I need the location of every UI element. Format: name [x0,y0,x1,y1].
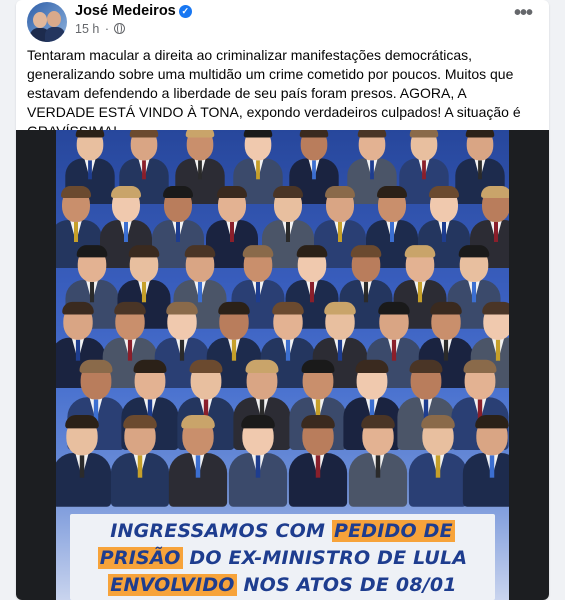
banner-line-3: ENVOLVIDO NOS ATOS DE 08/01 [108,574,457,596]
politician-figure [348,414,408,507]
author-avatar[interactable] [27,2,67,42]
post-text: Tentaram macular a direita ao criminaliz… [27,47,521,139]
politician-figure [288,414,348,507]
author-name[interactable]: José Medeiros [75,3,176,19]
politician-figure [110,414,170,507]
politician-figure [408,414,468,507]
politician-figure [56,414,112,507]
meta-separator: · [104,22,109,36]
post-timestamp[interactable]: 15 h [75,22,99,36]
author-name-link[interactable]: José Medeiros ✓ [75,3,192,19]
more-options-button[interactable]: ••• [509,3,537,28]
post-header: José Medeiros ✓ 15 h · ••• [16,0,549,42]
post-card: José Medeiros ✓ 15 h · ••• Tentaram macul… [16,0,549,600]
poster-banner: INGRESSAMOS COM PEDIDO DE PRISÃO DO EX-M… [70,514,495,600]
banner-line-2: PRISÃO DO EX-MINISTRO DE LULA [97,547,468,569]
politician-figure [168,414,228,507]
post-meta: 15 h · [75,22,126,36]
globe-icon[interactable] [114,23,126,34]
campaign-poster: INGRESSAMOS COM PEDIDO DE PRISÃO DO EX-M… [56,130,509,600]
verified-badge-icon: ✓ [178,5,192,18]
post-image[interactable]: INGRESSAMOS COM PEDIDO DE PRISÃO DO EX-M… [16,130,549,600]
banner-line-1: INGRESSAMOS COM PEDIDO DE [110,520,455,542]
politician-figure [228,414,288,507]
politician-figure [462,414,509,507]
